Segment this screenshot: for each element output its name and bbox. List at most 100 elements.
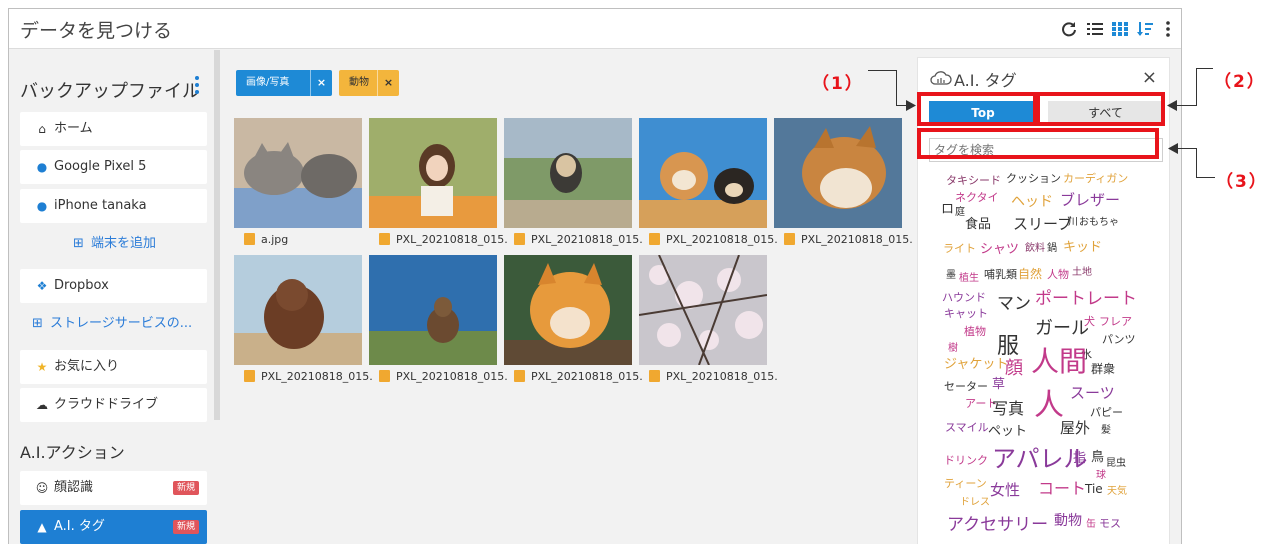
tag[interactable]: 屋外 xyxy=(1060,421,1090,436)
tag[interactable]: ガール xyxy=(1035,320,1089,338)
sort-icon[interactable] xyxy=(1137,21,1153,37)
file-name[interactable]: PXL_20210818_015... xyxy=(514,370,642,383)
tag[interactable]: 髪 xyxy=(1101,426,1111,436)
tag[interactable]: 植生 xyxy=(959,274,979,284)
add-storage-link[interactable]: ⊞ ストレージサービスの... xyxy=(20,307,207,341)
tag[interactable]: パピー xyxy=(1090,407,1123,418)
tag[interactable]: 鳥 xyxy=(1091,451,1104,464)
tag[interactable]: 人 xyxy=(1034,391,1064,421)
sidebar-menu-icon[interactable] xyxy=(194,76,200,96)
add-device-link[interactable]: ⊞ 端末を追加 xyxy=(20,227,207,261)
tag[interactable]: 食品 xyxy=(965,218,991,231)
file-name[interactable]: PXL_20210818_015... xyxy=(649,233,777,246)
tag[interactable]: カーディガン xyxy=(1063,173,1128,184)
tag[interactable]: ヘッド xyxy=(1011,195,1053,209)
sidebar-item-iphone[interactable]: ● iPhone tanaka xyxy=(20,189,207,223)
tag[interactable]: 墨 xyxy=(946,271,956,281)
sidebar-item-dropbox[interactable]: ❖ Dropbox xyxy=(20,269,207,303)
sidebar-item-favorites[interactable]: ★ お気に入り xyxy=(20,350,207,384)
tag[interactable]: ポートレート xyxy=(1035,291,1137,308)
tag[interactable]: スリーブ xyxy=(1013,217,1072,232)
tag[interactable]: ブレザー xyxy=(1060,193,1120,208)
tag[interactable]: 土地 xyxy=(1072,268,1092,278)
tag[interactable]: 顔 xyxy=(1005,360,1023,378)
sidebar-item-cloud-drive[interactable]: ☁ クラウドドライブ xyxy=(20,388,207,422)
tag[interactable]: 群衆 xyxy=(1091,363,1115,375)
close-icon[interactable]: × xyxy=(310,70,332,96)
tag[interactable]: 写真 xyxy=(992,401,1024,417)
tag[interactable]: 哺乳類 xyxy=(984,269,1017,280)
tag[interactable]: 自然 xyxy=(1018,268,1042,280)
list-view-icon[interactable] xyxy=(1087,21,1103,37)
tag[interactable]: ロ xyxy=(941,203,954,216)
tag[interactable]: コート xyxy=(1038,481,1086,497)
tag[interactable]: 犬 xyxy=(1084,316,1095,327)
tag[interactable]: 庭 xyxy=(955,208,965,218)
tag[interactable]: ティーン xyxy=(944,478,987,489)
photo-thumbnail[interactable] xyxy=(639,255,767,365)
photo-thumbnail[interactable] xyxy=(234,118,362,228)
tag[interactable]: ペット xyxy=(988,425,1027,438)
photo-thumbnail[interactable] xyxy=(234,255,362,365)
tag[interactable]: マン xyxy=(997,296,1031,313)
tag[interactable]: タキシード xyxy=(946,175,1001,186)
tag[interactable]: 草 xyxy=(992,378,1005,391)
filter-chip-animals[interactable]: 動物 × xyxy=(339,70,399,96)
tag[interactable]: キッド xyxy=(1063,241,1102,254)
file-name[interactable]: PXL_20210818_015... xyxy=(649,370,777,383)
file-name[interactable]: PXL_20210818_015... xyxy=(784,233,912,246)
file-name[interactable]: a.jpg xyxy=(244,233,372,246)
tag[interactable]: ドリンク xyxy=(944,455,988,466)
tag[interactable]: セーター xyxy=(944,381,988,392)
sidebar-item-home[interactable]: ⌂ ホーム xyxy=(20,112,207,146)
tag[interactable]: 鍋 xyxy=(1047,244,1057,254)
tag[interactable]: Tie xyxy=(1085,483,1103,495)
file-name[interactable]: PXL_20210818_015... xyxy=(379,370,507,383)
tag[interactable]: パンツ xyxy=(1102,334,1136,345)
photo-thumbnail[interactable] xyxy=(369,255,497,365)
sidebar-scrollbar[interactable] xyxy=(214,50,220,420)
filter-chip-images[interactable]: 画像/写真 × xyxy=(236,70,332,96)
sidebar-item-ai-tag[interactable]: ▲ A.I. タグ 新規 xyxy=(20,510,207,544)
refresh-icon[interactable] xyxy=(1061,21,1077,37)
sidebar-item-google-pixel[interactable]: ● Google Pixel 5 xyxy=(20,150,207,184)
tag[interactable]: 人間 xyxy=(1031,348,1087,376)
tag[interactable]: ハウンド xyxy=(942,292,986,303)
tag[interactable]: 女性 xyxy=(990,483,1020,498)
tag[interactable]: ネクタイ xyxy=(955,192,999,203)
file-name[interactable]: PXL_20210818_015... xyxy=(514,233,642,246)
tag[interactable]: 植物 xyxy=(964,326,986,337)
photo-thumbnail[interactable] xyxy=(774,118,902,228)
tag[interactable]: キャット xyxy=(944,308,988,319)
tag[interactable]: ジャケット xyxy=(944,358,1008,371)
photo-thumbnail[interactable] xyxy=(639,118,767,228)
photo-thumbnail[interactable] xyxy=(369,118,497,228)
grid-view-icon[interactable] xyxy=(1112,21,1128,37)
tag[interactable]: 服 xyxy=(997,336,1019,358)
tag[interactable]: シャツ xyxy=(980,243,1019,256)
tag[interactable]: ライト xyxy=(943,243,976,254)
tag[interactable]: 球 xyxy=(1096,471,1106,481)
tag[interactable]: 指 xyxy=(1073,452,1086,465)
tag[interactable]: 川 xyxy=(1068,218,1078,228)
photo-thumbnail[interactable] xyxy=(504,118,632,228)
more-menu-icon[interactable] xyxy=(1160,21,1176,37)
tag[interactable]: 缶 xyxy=(1086,520,1096,530)
tag[interactable]: 飲料 xyxy=(1025,244,1045,254)
photo-thumbnail[interactable] xyxy=(504,255,632,365)
tag[interactable]: クッション xyxy=(1006,173,1061,184)
tag[interactable]: アクセサリー xyxy=(947,517,1048,534)
tag[interactable]: 人物 xyxy=(1047,269,1069,280)
tag[interactable]: スマイル xyxy=(945,422,989,433)
sidebar-item-face-recognition[interactable]: ☺ 顔認識 新規 xyxy=(20,471,207,505)
tag[interactable]: 昆虫 xyxy=(1106,459,1126,469)
close-icon[interactable]: × xyxy=(1142,67,1157,88)
tag[interactable]: フレア xyxy=(1099,316,1132,327)
tag[interactable]: モス xyxy=(1099,518,1121,529)
file-name[interactable]: PXL_20210818_015... xyxy=(244,370,372,383)
tag[interactable]: 樹 xyxy=(948,344,958,354)
tag[interactable]: ドレス xyxy=(960,498,990,508)
tag[interactable]: 天気 xyxy=(1107,487,1127,497)
file-name[interactable]: PXL_20210818_015... xyxy=(379,233,507,246)
tag[interactable]: 動物 xyxy=(1054,514,1082,528)
